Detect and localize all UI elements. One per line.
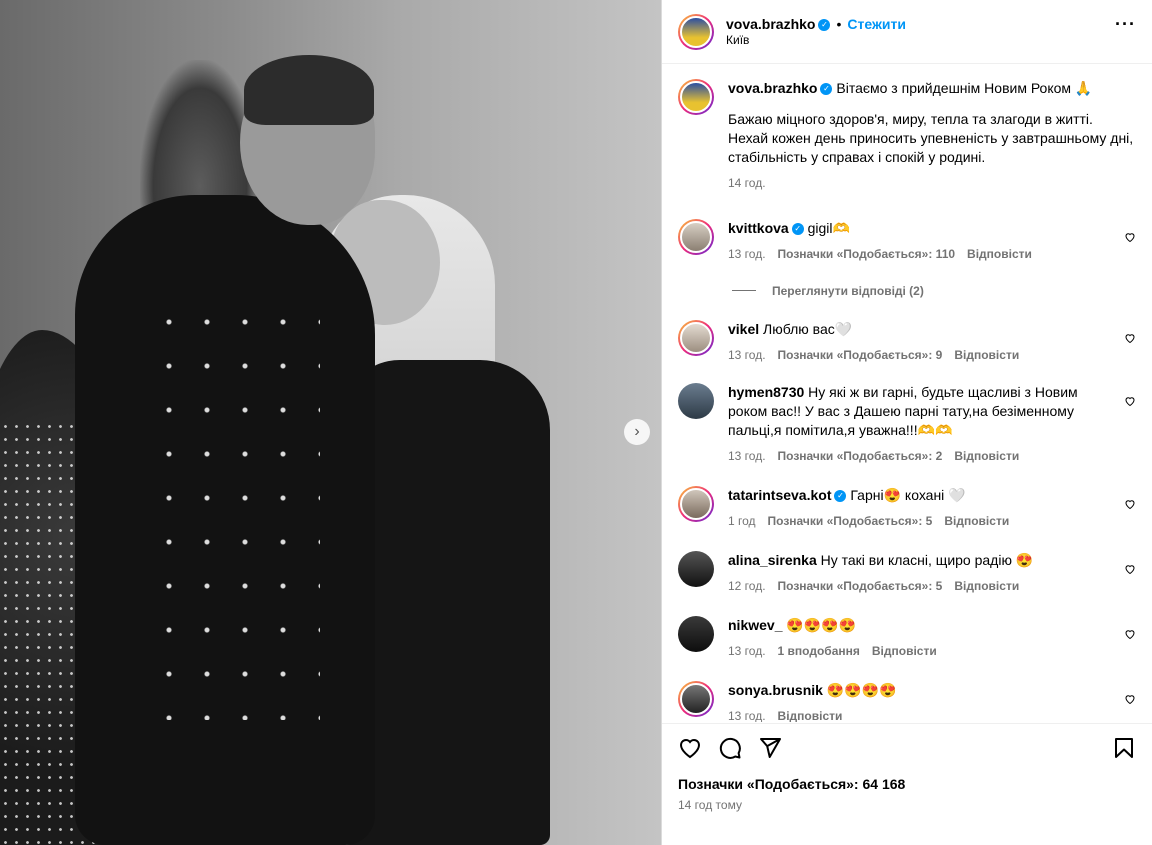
reply-button[interactable]: Відповісти	[954, 348, 1019, 362]
verified-badge-icon: ✓	[818, 18, 831, 31]
like-comment-heart-icon[interactable]	[1124, 395, 1136, 407]
caption-avatar[interactable]	[678, 79, 714, 115]
comment-item: vikel Люблю вас🤍 13 год. Позначки «Подоба…	[678, 319, 1136, 363]
comment-item: sonya.brusnik 😍😍😍😍 13 год. Відповісти	[678, 681, 1136, 722]
comment-time: 13 год.	[728, 246, 766, 261]
post-photo[interactable]: ›	[0, 0, 661, 845]
verified-badge-icon: ✓	[791, 223, 804, 236]
comment-username[interactable]: nikwev_	[728, 617, 782, 633]
comment-avatar[interactable]	[678, 550, 714, 587]
comment-avatar[interactable]	[678, 485, 714, 522]
chevron-right-icon: ›	[634, 423, 640, 440]
like-comment-heart-icon[interactable]	[1124, 231, 1136, 243]
post-location[interactable]: Київ	[726, 33, 906, 49]
post-caption: vova.brazhko ✓ Вітаємо з прийдешнім Новим…	[678, 79, 1136, 191]
comment-bubble-icon[interactable]	[718, 736, 742, 760]
comment-likes[interactable]: Позначки «Подобається»: 5	[778, 579, 943, 593]
comment-item: nikwev_ 😍😍😍😍 13 год. 1 вподобання Відповіс…	[678, 615, 1136, 659]
post-side-panel: vova.brazhko ✓ • Стежити Київ ··· vova.braz…	[661, 0, 1152, 845]
comment-username[interactable]: hymen8730	[728, 384, 804, 400]
like-comment-heart-icon[interactable]	[1124, 693, 1136, 705]
comment-text: Люблю вас🤍	[763, 320, 853, 337]
comment-time: 13 год.	[728, 347, 766, 362]
comment-username[interactable]: vikel	[728, 321, 759, 337]
comment-item: hymen8730 Ну які ж ви гарні, будьте щасл…	[678, 382, 1136, 464]
reply-button[interactable]: Відповісти	[954, 579, 1019, 593]
verified-badge-icon: ✓	[820, 83, 833, 96]
action-bar	[678, 736, 1136, 760]
comment-time: 12 год.	[728, 578, 766, 593]
like-heart-icon[interactable]	[678, 736, 702, 760]
photo-man-hair	[244, 55, 374, 125]
comment-avatar[interactable]	[678, 382, 714, 419]
reply-button[interactable]: Відповісти	[944, 514, 1009, 528]
comment-text: 😍😍😍😍	[786, 616, 857, 633]
posted-time[interactable]: 14 год тому	[678, 798, 1136, 812]
more-horizontal-icon[interactable]: ···	[1115, 14, 1136, 35]
comment-username[interactable]: kvittkova	[728, 220, 789, 236]
comment-time: 13 год.	[728, 708, 766, 722]
author-username[interactable]: vova.brazhko	[726, 16, 815, 32]
comment-time: 1 год	[728, 513, 756, 528]
photo-embroidery	[150, 300, 320, 720]
like-comment-heart-icon[interactable]	[1124, 628, 1136, 640]
author-avatar[interactable]	[678, 13, 714, 50]
comment-item: kvittkova ✓ gigil🫶 13 год. Позначки «Подоб…	[678, 218, 1136, 262]
view-replies-button[interactable]: Переглянути відповіді (2)	[732, 284, 1136, 298]
header-separator: •	[836, 15, 842, 32]
comment-time: 13 год.	[728, 643, 766, 658]
view-replies-label: Переглянути відповіді (2)	[772, 283, 924, 298]
reply-button[interactable]: Відповісти	[954, 449, 1019, 463]
caption-body: Бажаю міцного здоров'я, миру, тепла та з…	[728, 110, 1134, 165]
comment-likes[interactable]: 1 вподобання	[778, 644, 860, 658]
post-header: vova.brazhko ✓ • Стежити Київ ···	[662, 0, 1152, 64]
comment-text: Гарні😍 кохані 🤍	[850, 486, 966, 503]
comment-likes[interactable]: Позначки «Подобається»: 2	[778, 449, 943, 463]
caption-time: 14 год.	[728, 175, 766, 190]
reply-button[interactable]: Відповісти	[778, 709, 843, 722]
like-comment-heart-icon[interactable]	[1124, 563, 1136, 575]
comment-username[interactable]: alina_sirenka	[728, 552, 817, 568]
likes-count[interactable]: Позначки «Подобається»: 64 168	[678, 776, 1136, 792]
comment-likes[interactable]: Позначки «Подобається»: 5	[768, 514, 933, 528]
comment-avatar[interactable]	[678, 615, 714, 652]
like-comment-heart-icon[interactable]	[1124, 498, 1136, 510]
caption-text: Вітаємо з прийдешнім Новим Роком 🙏	[836, 80, 1093, 96]
follow-button[interactable]: Стежити	[847, 16, 906, 32]
carousel-next-button[interactable]: ›	[624, 419, 650, 445]
comment-likes[interactable]: Позначки «Подобається»: 110	[778, 247, 956, 261]
caption-username[interactable]: vova.brazhko	[728, 80, 817, 96]
comment-avatar[interactable]	[678, 218, 714, 255]
comment-time: 13 год.	[728, 448, 766, 463]
comment-username[interactable]: tatarintseva.kot	[728, 487, 831, 503]
post-actions: Позначки «Подобається»: 64 168 14 год то…	[662, 723, 1152, 812]
share-paper-plane-icon[interactable]	[758, 736, 782, 760]
comments-list[interactable]: vova.brazhko ✓ Вітаємо з прийдешнім Новим…	[662, 65, 1152, 722]
like-comment-heart-icon[interactable]	[1124, 332, 1136, 344]
comment-text: 😍😍😍😍	[826, 682, 897, 698]
comment-item: tatarintseva.kot ✓ Гарні😍 кохані 🤍 1 год П…	[678, 485, 1136, 529]
comment-avatar[interactable]	[678, 319, 714, 356]
bookmark-icon[interactable]	[1112, 736, 1136, 760]
reply-button[interactable]: Відповісти	[967, 247, 1032, 261]
comment-username[interactable]: sonya.brusnik	[728, 682, 823, 698]
verified-badge-icon: ✓	[834, 490, 847, 503]
comment-likes[interactable]: Позначки «Подобається»: 9	[778, 348, 943, 362]
comment-avatar[interactable]	[678, 681, 714, 717]
comment-text: gigil🫶	[807, 219, 850, 236]
comment-text: Ну такі ви класні, щиро радію 😍	[820, 551, 1034, 568]
replies-divider	[732, 290, 756, 292]
reply-button[interactable]: Відповісти	[872, 644, 937, 658]
comment-item: alina_sirenka Ну такі ви класні, щиро ра…	[678, 550, 1136, 594]
